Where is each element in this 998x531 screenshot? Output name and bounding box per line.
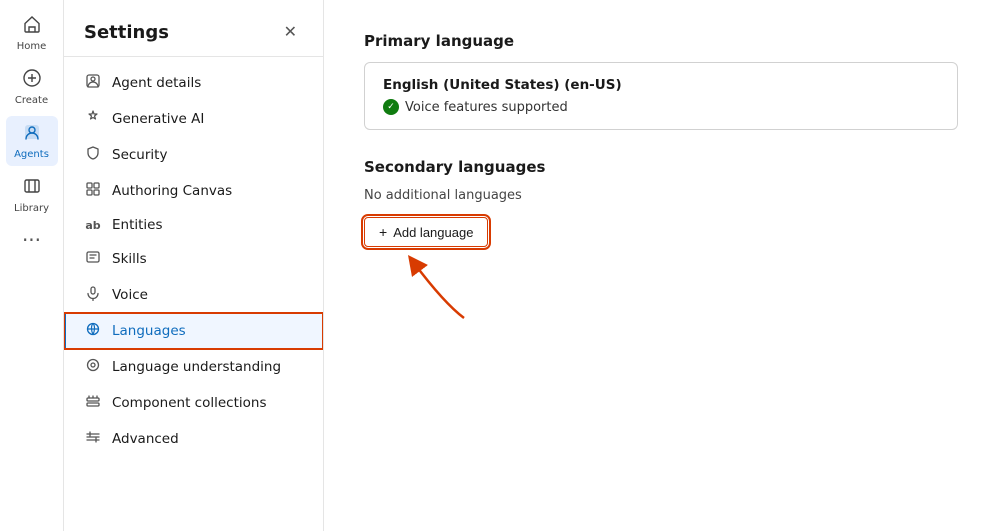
sidebar-item-agent-details-label: Agent details [112, 75, 201, 91]
sidebar-item-agent-details[interactable]: Agent details [64, 65, 323, 101]
voice-support-label: Voice features supported [405, 100, 568, 115]
language-understanding-icon [84, 357, 102, 377]
agent-details-icon [84, 73, 102, 93]
sidebar-item-component-collections-label: Component collections [112, 395, 266, 411]
sidebar-item-authoring-canvas-label: Authoring Canvas [112, 183, 232, 199]
secondary-languages-title: Secondary languages [364, 158, 958, 176]
nav-item-agents[interactable]: Agents [6, 116, 58, 166]
sidebar-item-generative-ai[interactable]: Generative AI [64, 101, 323, 137]
primary-language-card: English (United States) (en-US) ✓ Voice … [364, 62, 958, 130]
sidebar-item-entities-label: Entities [112, 217, 163, 233]
nav-item-create[interactable]: Create [6, 62, 58, 112]
sidebar-item-component-collections[interactable]: Component collections [64, 385, 323, 421]
sidebar-header: Settings ✕ [64, 0, 323, 57]
primary-language-name: English (United States) (en-US) [383, 77, 939, 93]
sidebar-item-language-understanding-label: Language understanding [112, 359, 281, 375]
arrow-annotation [384, 253, 474, 323]
library-label: Library [14, 203, 49, 214]
skills-icon [84, 249, 102, 269]
sidebar-item-voice[interactable]: Voice [64, 277, 323, 313]
add-language-plus-icon: + [379, 224, 387, 240]
main-content: Primary language English (United States)… [324, 0, 998, 531]
sidebar-item-voice-label: Voice [112, 287, 148, 303]
sidebar-item-security-label: Security [112, 147, 167, 163]
sidebar-menu: Agent details Generative AI Security Aut… [64, 57, 323, 465]
nav-item-home[interactable]: Home [6, 8, 58, 58]
generative-ai-icon [84, 109, 102, 129]
sidebar-item-advanced-label: Advanced [112, 431, 179, 447]
create-icon [22, 68, 42, 93]
secondary-languages-section: Secondary languages No additional langua… [364, 158, 958, 247]
add-language-button[interactable]: + Add language [364, 217, 488, 247]
nav-bar: Home Create Agents Library ··· [0, 0, 64, 531]
voice-icon [84, 285, 102, 305]
voice-support-row: ✓ Voice features supported [383, 99, 939, 115]
entities-icon: ab [84, 219, 102, 232]
nav-item-library[interactable]: Library [6, 170, 58, 220]
sidebar-item-languages-label: Languages [112, 323, 186, 339]
security-icon [84, 145, 102, 165]
languages-icon [84, 321, 102, 341]
sidebar-item-advanced[interactable]: Advanced [64, 421, 323, 457]
library-icon [22, 176, 42, 201]
component-collections-icon [84, 393, 102, 413]
advanced-icon [84, 429, 102, 449]
sidebar-item-skills-label: Skills [112, 251, 147, 267]
no-additional-label: No additional languages [364, 188, 958, 203]
close-button[interactable]: ✕ [278, 20, 303, 44]
sidebar-item-entities[interactable]: ab Entities [64, 209, 323, 241]
sidebar-item-languages[interactable]: Languages [64, 313, 323, 349]
sidebar-item-authoring-canvas[interactable]: Authoring Canvas [64, 173, 323, 209]
create-label: Create [15, 95, 48, 106]
sidebar-title: Settings [84, 22, 169, 43]
agents-label: Agents [14, 149, 49, 160]
authoring-canvas-icon [84, 181, 102, 201]
sidebar-item-skills[interactable]: Skills [64, 241, 323, 277]
primary-language-title: Primary language [364, 32, 958, 50]
sidebar-item-generative-ai-label: Generative AI [112, 111, 204, 127]
sidebar-item-language-understanding[interactable]: Language understanding [64, 349, 323, 385]
check-circle-icon: ✓ [383, 99, 399, 115]
sidebar-item-security[interactable]: Security [64, 137, 323, 173]
add-language-wrapper: + Add language [364, 217, 488, 247]
more-button[interactable]: ··· [22, 228, 41, 252]
sidebar: Settings ✕ Agent details Generative AI S… [64, 0, 324, 531]
add-language-label: Add language [393, 225, 473, 240]
home-label: Home [17, 41, 47, 52]
home-icon [22, 14, 42, 39]
agents-icon [22, 122, 42, 147]
